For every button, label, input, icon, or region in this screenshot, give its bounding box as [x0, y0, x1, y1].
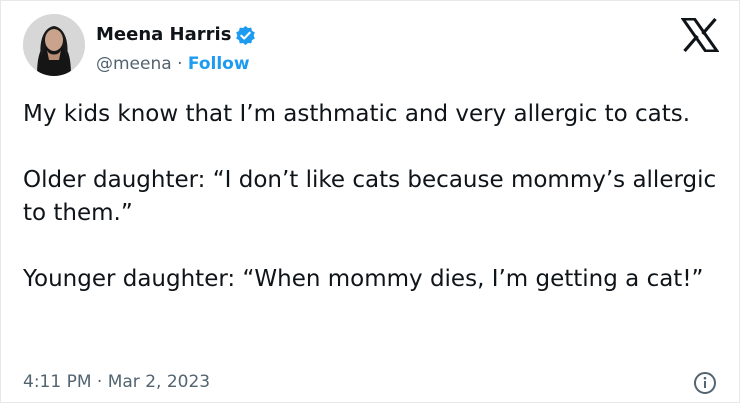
x-logo-icon[interactable] [680, 17, 720, 53]
tweet-timestamp[interactable]: 4:11 PM · Mar 2, 2023 [23, 370, 210, 394]
avatar-photo [23, 14, 85, 76]
author-handle[interactable]: @meena [96, 54, 172, 74]
author-name-row: Meena Harris [96, 23, 256, 47]
avatar[interactable] [23, 14, 85, 76]
tweet-text: My kids know that I’m asthmatic and very… [23, 98, 723, 296]
author-handle-row: @meena · Follow [96, 53, 250, 75]
timestamp-separator: · [96, 372, 103, 392]
tweet-time: 4:11 PM [23, 372, 92, 392]
verified-badge-icon [235, 25, 256, 46]
tweet-paragraph: Older daughter: “I don’t like cats becau… [23, 167, 717, 226]
info-icon[interactable] [693, 371, 717, 395]
tweet-card: Meena Harris @meena · Follow My kids kno… [0, 0, 740, 403]
author-name[interactable]: Meena Harris [96, 23, 231, 47]
handle-separator: · [177, 54, 183, 74]
tweet-paragraph: Younger daughter: “When mommy dies, I’m … [23, 266, 704, 292]
tweet-date: Mar 2, 2023 [107, 372, 211, 392]
follow-link[interactable]: Follow [188, 54, 250, 74]
tweet-paragraph: My kids know that I’m asthmatic and very… [23, 101, 691, 127]
